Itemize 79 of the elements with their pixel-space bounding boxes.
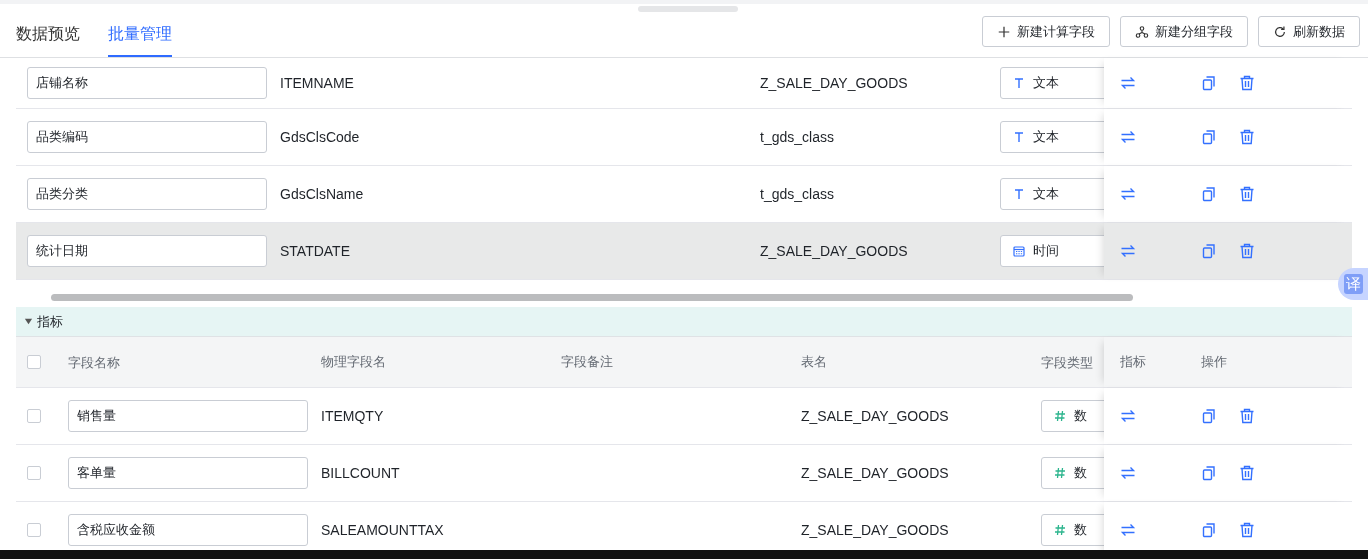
table-name: Z_SALE_DAY_GOODS	[801, 408, 949, 424]
checkbox[interactable]	[27, 523, 41, 537]
column-header: 字段类型	[1041, 354, 1093, 370]
delete-icon[interactable]	[1239, 186, 1255, 202]
table-name: t_gds_class	[760, 186, 834, 202]
toolbar-button[interactable]: 新建分组字段	[1120, 16, 1248, 47]
checkbox[interactable]	[27, 355, 41, 369]
field-type-select[interactable]: 数	[1041, 457, 1104, 489]
field-type-select[interactable]: 数	[1041, 514, 1104, 546]
copy-icon[interactable]	[1201, 186, 1217, 202]
copy-icon[interactable]	[1201, 129, 1217, 145]
physical-field-name: BILLCOUNT	[321, 465, 400, 481]
field-type-select[interactable]: 数	[1041, 400, 1104, 432]
column-header: 表名	[801, 354, 827, 369]
field-type-select[interactable]: 文本	[1000, 121, 1104, 153]
horizontal-scrollbar[interactable]	[51, 293, 1133, 301]
toolbar-button[interactable]: 新建计算字段	[982, 16, 1110, 47]
checkbox[interactable]	[27, 409, 41, 423]
swap-icon[interactable]	[1120, 75, 1136, 91]
group-title: 指标	[37, 312, 63, 331]
field-name-input[interactable]: 品类编码	[27, 121, 267, 153]
delete-icon[interactable]	[1239, 408, 1255, 424]
copy-icon[interactable]	[1201, 522, 1217, 538]
physical-field-name: GdsClsCode	[280, 129, 360, 145]
swap-icon[interactable]	[1120, 243, 1136, 259]
field-name-input[interactable]: 店铺名称	[27, 67, 267, 99]
column-header: 字段备注	[561, 354, 613, 369]
column-header: 指标	[1120, 353, 1146, 371]
physical-field-name: GdsClsName	[280, 186, 364, 202]
toolbar-button[interactable]: 刷新数据	[1258, 16, 1360, 47]
delete-icon[interactable]	[1239, 129, 1255, 145]
hash-icon	[1054, 410, 1066, 422]
field-name-input[interactable]: 统计日期	[27, 235, 267, 267]
hash-icon	[1054, 467, 1066, 479]
field-type-select[interactable]: 文本	[1000, 178, 1104, 210]
text-type-icon	[1013, 131, 1025, 143]
physical-field-name: ITEMQTY	[321, 408, 384, 424]
field-name-input[interactable]: 客单量	[68, 457, 308, 489]
copy-icon[interactable]	[1201, 75, 1217, 91]
swap-icon[interactable]	[1120, 522, 1136, 538]
hash-icon	[1054, 524, 1066, 536]
column-header: 物理字段名	[321, 354, 386, 369]
field-type-select[interactable]: 文本	[1000, 67, 1104, 99]
text-type-icon	[1013, 188, 1025, 200]
group-header[interactable]: 指标	[16, 307, 1352, 337]
field-type-select[interactable]: 时间	[1000, 235, 1104, 267]
drag-handle[interactable]	[638, 6, 738, 12]
column-header: 操作	[1201, 353, 1227, 371]
table-name: Z_SALE_DAY_GOODS	[801, 465, 949, 481]
field-name-input[interactable]: 含税应收金额	[68, 514, 308, 546]
caret-icon	[24, 317, 33, 326]
physical-field-name: STATDATE	[280, 243, 350, 259]
physical-field-name: SALEAMOUNTTAX	[321, 522, 444, 538]
delete-icon[interactable]	[1239, 522, 1255, 538]
field-name-input[interactable]: 品类分类	[27, 178, 267, 210]
copy-icon[interactable]	[1201, 465, 1217, 481]
copy-icon[interactable]	[1201, 408, 1217, 424]
field-name-input[interactable]: 销售量	[68, 400, 308, 432]
tab[interactable]: 数据预览	[16, 23, 80, 57]
physical-field-name: ITEMNAME	[280, 75, 354, 91]
swap-icon[interactable]	[1120, 408, 1136, 424]
refresh-icon	[1273, 24, 1287, 39]
text-type-icon	[1013, 77, 1025, 89]
swap-icon[interactable]	[1120, 465, 1136, 481]
hierarchy-icon	[1135, 24, 1149, 39]
column-header: 字段名称	[68, 354, 120, 370]
delete-icon[interactable]	[1239, 243, 1255, 259]
table-name: Z_SALE_DAY_GOODS	[760, 243, 908, 259]
table-name: Z_SALE_DAY_GOODS	[801, 522, 949, 538]
table-name: t_gds_class	[760, 129, 834, 145]
calendar-icon	[1013, 245, 1025, 257]
swap-icon[interactable]	[1120, 129, 1136, 145]
checkbox[interactable]	[27, 466, 41, 480]
delete-icon[interactable]	[1239, 75, 1255, 91]
delete-icon[interactable]	[1239, 465, 1255, 481]
plus-icon	[997, 24, 1011, 39]
table-name: Z_SALE_DAY_GOODS	[760, 75, 908, 91]
swap-icon[interactable]	[1120, 186, 1136, 202]
copy-icon[interactable]	[1201, 243, 1217, 259]
